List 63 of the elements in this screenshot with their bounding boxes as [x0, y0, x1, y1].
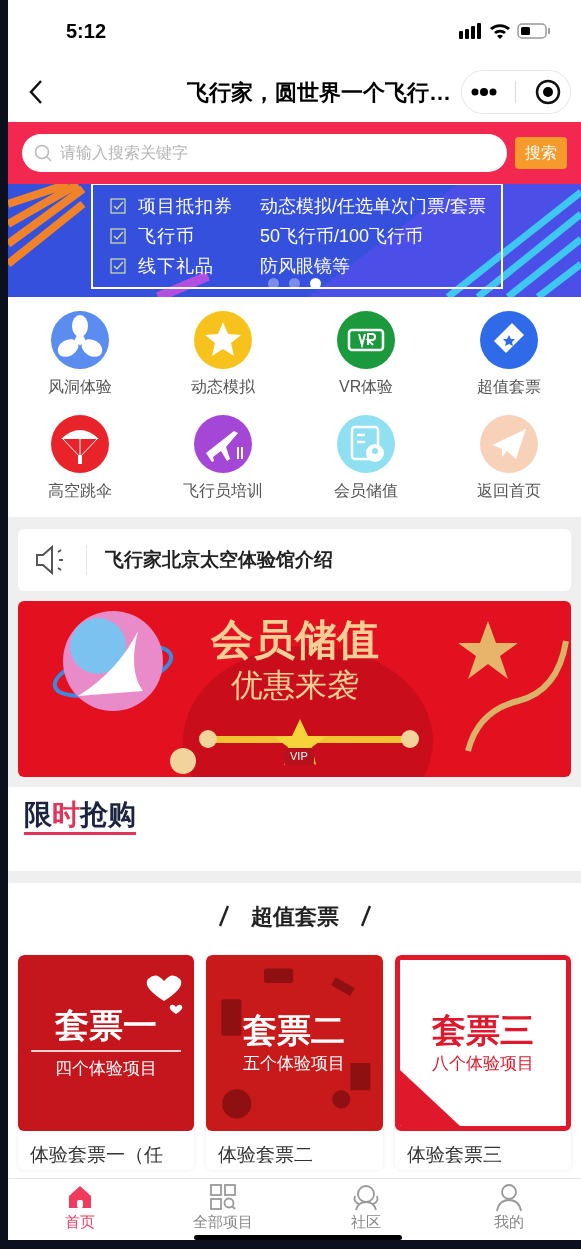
checkbox-icon [110, 198, 126, 214]
more-icon[interactable] [471, 88, 498, 96]
promo-title: 会员储值 [210, 615, 379, 665]
grid-icon [207, 1182, 238, 1212]
close-icon[interactable] [534, 79, 561, 105]
tab-item[interactable]: 我的 [437, 1179, 581, 1232]
category-label[interactable]: 返回首页 [477, 479, 542, 503]
cover-subtitle: 八个体验项目 [431, 1053, 534, 1076]
notice-bar[interactable]: 飞行家北京太空体验馆介绍 [18, 529, 571, 591]
benefit-detail: 动态模拟/任选单次门票/套票 [260, 194, 486, 218]
category-label[interactable]: 会员储值 [334, 479, 399, 503]
vip-badge: VIP [284, 748, 314, 765]
cover-subtitle: 五个体验项目 [243, 1053, 346, 1076]
slash-icon [360, 905, 371, 927]
page-title: 飞行家，圆世界一个飞行… [187, 78, 451, 107]
search-field[interactable]: 请输入搜索关键字 [22, 134, 507, 172]
category-label[interactable]: 超值套票 [477, 375, 542, 399]
benefit-name: 线下礼品 [138, 254, 215, 278]
user-icon [494, 1182, 525, 1212]
notice-text: 飞行家北京太空体验馆介绍 [105, 547, 333, 572]
hearts-icon [144, 973, 185, 1017]
category-icon[interactable] [480, 311, 539, 369]
slash-icon [218, 905, 229, 927]
cover-title: 套票一 [55, 1005, 158, 1047]
tab-item[interactable]: 全部项目 [151, 1179, 295, 1232]
category-icon[interactable] [193, 415, 252, 473]
benefit-name: 项目抵扣券 [138, 194, 234, 218]
signal-icon [459, 23, 483, 39]
wifi-icon [489, 23, 511, 39]
benefit-name: 飞行币 [138, 224, 196, 248]
checkbox-icon [110, 258, 126, 274]
category-label[interactable]: VR体验 [339, 375, 394, 399]
category-label[interactable]: 飞行员培训 [182, 479, 263, 503]
package-name: 体验套票二 [217, 1143, 315, 1167]
promo-banner[interactable]: 会员储值 优惠来袭 VIP [18, 601, 571, 777]
package-card[interactable]: 套票一 四个体验项目 体验套票一（任 [18, 955, 195, 1170]
promo-subtitle: 优惠来袭 [230, 666, 359, 705]
category-label[interactable]: 高空跳伞 [47, 479, 112, 503]
benefit-detail: 50飞行币/100飞行币 [260, 224, 424, 248]
benefit-detail: 防风眼镜等 [260, 254, 350, 278]
section-title: 超值套票 [250, 902, 339, 931]
category-icon[interactable] [50, 415, 109, 473]
cover-title: 套票三 [431, 1010, 534, 1052]
category-icon[interactable] [50, 311, 109, 369]
package-name: 体验套票一（任 [29, 1143, 164, 1167]
category-label[interactable]: 风洞体验 [47, 375, 112, 399]
category-label[interactable]: 动态模拟 [190, 375, 255, 399]
package-card[interactable]: 套票二 五个体验项目 体验套票二 [206, 955, 383, 1170]
flash-sale-logo: 限时抢购 [24, 799, 136, 835]
battery-icon [517, 23, 551, 39]
package-card[interactable]: 套票三 八个体验项目 体验套票三 [394, 955, 571, 1170]
package-name: 体验套票三 [405, 1143, 503, 1167]
cover-title: 套票二 [243, 1010, 346, 1052]
back-icon[interactable] [28, 79, 44, 105]
category-icon[interactable] [337, 311, 396, 369]
corner-triangle [399, 1070, 460, 1126]
search-input[interactable]: 请输入搜索关键字 [60, 141, 495, 165]
cover-subtitle: 四个体验项目 [55, 1058, 158, 1081]
search-icon [34, 144, 52, 162]
tab-item[interactable]: 社区 [294, 1179, 438, 1232]
checkbox-icon [110, 228, 126, 244]
tab-item[interactable]: 首页 [8, 1179, 152, 1232]
status-time: 5:12 [66, 19, 107, 44]
